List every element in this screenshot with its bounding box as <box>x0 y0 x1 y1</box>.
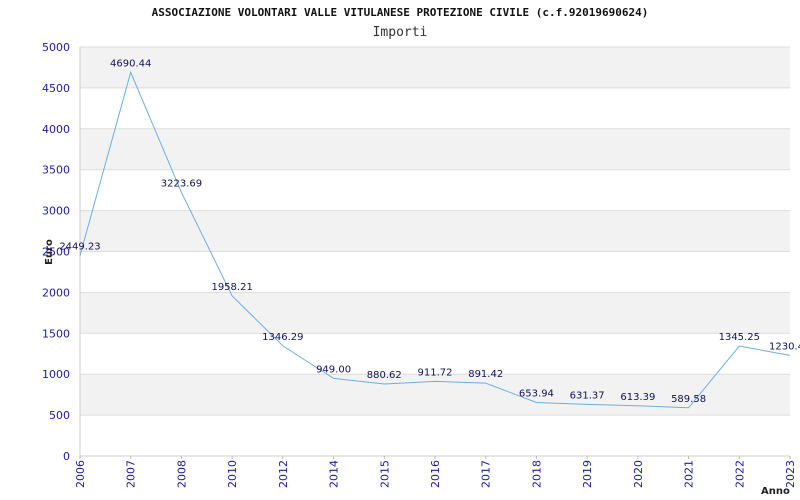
grid-band <box>80 47 790 88</box>
x-axis-ticks: 2006 2007 2008 2010 2012 2014 2015 2016 2017 2018… <box>74 456 797 488</box>
x-tick-label: 2006 <box>74 460 87 488</box>
y-tick-label: 5000 <box>42 41 70 54</box>
data-label: 1958.21 <box>211 282 252 293</box>
x-tick-label: 2021 <box>683 460 696 488</box>
data-label: 631.37 <box>570 390 605 401</box>
x-tick-label: 2018 <box>530 460 543 488</box>
y-tick-label: 500 <box>49 409 70 422</box>
y-tick-label: 4000 <box>42 123 70 136</box>
data-label: 3223.69 <box>161 178 202 189</box>
data-label: 4690.44 <box>110 58 151 69</box>
x-tick-label: 2014 <box>328 460 341 488</box>
y-tick-label: 3500 <box>42 164 70 177</box>
grid-band <box>80 128 790 170</box>
y-tick-label: 1500 <box>42 327 70 340</box>
x-tick-label: 2012 <box>277 460 290 488</box>
x-tick-label: 2019 <box>581 460 594 488</box>
y-tick-label: 4500 <box>42 82 70 95</box>
data-label: 880.62 <box>367 370 402 381</box>
grid-band <box>80 292 790 334</box>
grid-bands <box>80 47 790 416</box>
line-chart: 0500100015002000250030003500400045005000… <box>42 41 800 497</box>
data-label: 1346.29 <box>262 332 303 343</box>
data-label: 911.72 <box>418 367 453 378</box>
x-axis-label: Anno <box>761 486 790 497</box>
data-label: 1230.4 <box>769 341 800 352</box>
data-label: 653.94 <box>519 389 554 400</box>
data-label: 1345.25 <box>719 332 760 343</box>
data-label: 589.58 <box>671 394 706 405</box>
y-tick-label: 3000 <box>42 205 70 218</box>
x-tick-label: 2008 <box>175 460 188 488</box>
x-tick-label: 2010 <box>226 460 239 488</box>
data-label: 891.42 <box>468 369 503 380</box>
x-tick-label: 2022 <box>733 460 746 488</box>
x-tick-label: 2015 <box>378 460 391 488</box>
grid-band <box>80 210 790 252</box>
y-tick-label: 0 <box>63 450 70 463</box>
x-tick-label: 2016 <box>429 460 442 488</box>
x-tick-label: 2023 <box>784 460 797 488</box>
y-tick-label: 2000 <box>42 286 70 299</box>
data-label: 2449.23 <box>59 242 100 253</box>
y-axis-label: Euro <box>44 239 55 265</box>
y-tick-label: 1000 <box>42 368 70 381</box>
x-tick-label: 2017 <box>480 460 493 488</box>
data-label: 949.00 <box>316 364 351 375</box>
x-tick-label: 2020 <box>632 460 645 488</box>
x-tick-label: 2007 <box>125 460 138 488</box>
data-label: 613.39 <box>620 392 655 403</box>
